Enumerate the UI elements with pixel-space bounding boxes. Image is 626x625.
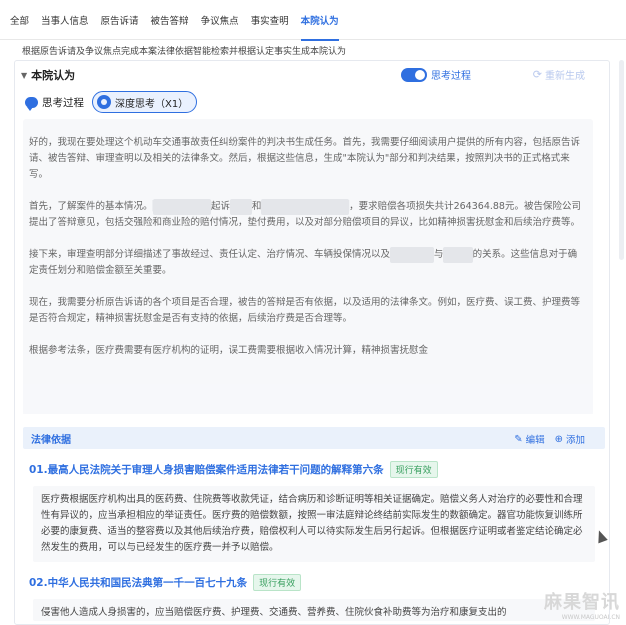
toggle-switch[interactable] (401, 67, 427, 82)
tab-bar: 全部 当事人信息 原告诉请 被告答辩 争议焦点 事实查明 本院认为 (0, 0, 626, 41)
toggle-label: 思考过程 (431, 71, 471, 82)
regenerate-button[interactable]: ⟳ 重新生成 (533, 67, 585, 82)
deep-think-label: 深度思考（X1） (115, 98, 189, 110)
law-item-name[interactable]: 02.中华人民共和国民法典第一千一百七十九条 (29, 575, 247, 590)
thinking-text: 接下来，审理查明部分详细描述了事故经过、责任认定、治疗情况、车辆投保情况以及 (29, 249, 391, 260)
add-button[interactable]: ⊕ 添加 (554, 432, 585, 447)
regenerate-label: 重新生成 (545, 71, 585, 82)
tab-all[interactable]: 全部 (10, 0, 29, 40)
tab-dispute-focus[interactable]: 争议焦点 (201, 0, 239, 40)
legal-basis-title: 法律依据 (31, 434, 71, 446)
thinking-label: 思考过程 (42, 96, 84, 109)
edit-label: 编辑 (525, 435, 545, 446)
deep-think-logo-icon (97, 95, 111, 109)
thinking-toggle[interactable]: 思考过程 (401, 67, 471, 82)
law-item-body: 侵害他人造成人身损害的，应当赔偿医疗费、护理费、交通费、营养费、住院伙食补助费等… (33, 599, 595, 621)
deep-think-button[interactable]: 深度思考（X1） (92, 91, 198, 113)
thinking-paragraph-1: 好的，我现在要处理这个机动车交通事故责任纠纷案件的判决书生成任务。首先，我需要仔… (29, 137, 581, 180)
watermark-url: WWW.MAGUOAI.CN (561, 614, 620, 621)
scrollbar[interactable] (619, 60, 624, 260)
tab-party-info[interactable]: 当事人信息 (41, 0, 89, 40)
watermark-text: 麻果智讯 (544, 592, 620, 613)
refresh-icon: ⟳ (532, 68, 542, 81)
status-badge: 现行有效 (253, 574, 302, 591)
thinking-content: 好的，我现在要处理这个机动车交通事故责任纠纷案件的判决书生成任务。首先，我需要仔… (23, 119, 593, 414)
redacted-name: ████ (443, 247, 473, 263)
thinking-row: 思考过程 深度思考（X1） (25, 91, 198, 113)
redacted-name: ████████████ (261, 199, 350, 215)
watermark: 麻果智讯 WWW.MAGUOAI.CN (544, 588, 620, 621)
court-opinion-card: ▼ 本院认为 思考过程 ⟳ 重新生成 思考过程 深度思考（X1） 好的，我现在要… (14, 60, 610, 625)
thinking-paragraph-2: 首先，了解案件的基本情况。████████起诉███和████████████，… (29, 199, 585, 231)
caret-down-icon[interactable]: ▼ (21, 71, 27, 80)
thinking-text: 首先，了解案件的基本情况。 (29, 201, 153, 212)
law-item-title[interactable]: 02.中华人民共和国民法典第一千一百七十九条 现行有效 (23, 574, 605, 591)
legal-basis-section: 法律依据 ✎ 编辑 ⊕ 添加 01.最高人民法院关于审理人身损害赔偿案件适用法律… (23, 427, 605, 624)
thinking-paragraph-3: 接下来，审理查明部分详细描述了事故经过、责任认定、治疗情况、车辆投保情况以及██… (29, 247, 585, 279)
edit-button[interactable]: ✎ 编辑 (514, 432, 545, 447)
thinking-text: 与 (433, 249, 444, 260)
law-item-body: 医疗费根据医疗机构出具的医药费、住院费等收款凭证，结合病历和诊断证明等相关证据确… (33, 486, 595, 562)
tab-court-opinion[interactable]: 本院认为 (300, 0, 339, 41)
thinking-text: 起诉 (210, 201, 230, 212)
law-item-title[interactable]: 01.最高人民法院关于审理人身损害赔偿案件适用法律若干问题的解释第六条 现行有效 (23, 461, 605, 478)
redacted-name: ███ (229, 199, 252, 215)
tab-plaintiff-claims[interactable]: 原告诉请 (101, 0, 139, 40)
add-icon: ⊕ (554, 433, 563, 445)
card-title: 本院认为 (31, 69, 76, 82)
tab-fact-finding[interactable]: 事实查明 (251, 0, 289, 40)
redacted-name: ████████ (152, 199, 211, 215)
card-header[interactable]: ▼ 本院认为 (21, 67, 75, 83)
add-label: 添加 (565, 435, 585, 446)
redacted-name: ██████ (390, 247, 434, 263)
chat-bubble-icon (25, 96, 38, 111)
tab-defendant-defense[interactable]: 被告答辩 (151, 0, 189, 40)
status-badge: 现行有效 (389, 461, 438, 478)
fade-overlay (23, 384, 593, 414)
thinking-text: 和 (251, 201, 262, 212)
thinking-paragraph-4: 现在，我需要分析原告诉请的各个项目是否合理，被告的答辩是否有依据，以及适用的法律… (29, 297, 581, 324)
legal-basis-actions: ✎ 编辑 ⊕ 添加 (504, 432, 585, 447)
page-subtitle: 根据原告诉请及争议焦点完成本案法律依据智能检索并根据认定事实生成本院认为 (22, 47, 347, 57)
law-item-name[interactable]: 01.最高人民法院关于审理人身损害赔偿案件适用法律若干问题的解释第六条 (29, 462, 384, 477)
edit-icon: ✎ (514, 433, 523, 445)
thinking-paragraph-5: 根据参考法条，医疗费需要有医疗机构的证明，误工费需要根据收入情况计算，精神损害抚… (29, 345, 429, 356)
